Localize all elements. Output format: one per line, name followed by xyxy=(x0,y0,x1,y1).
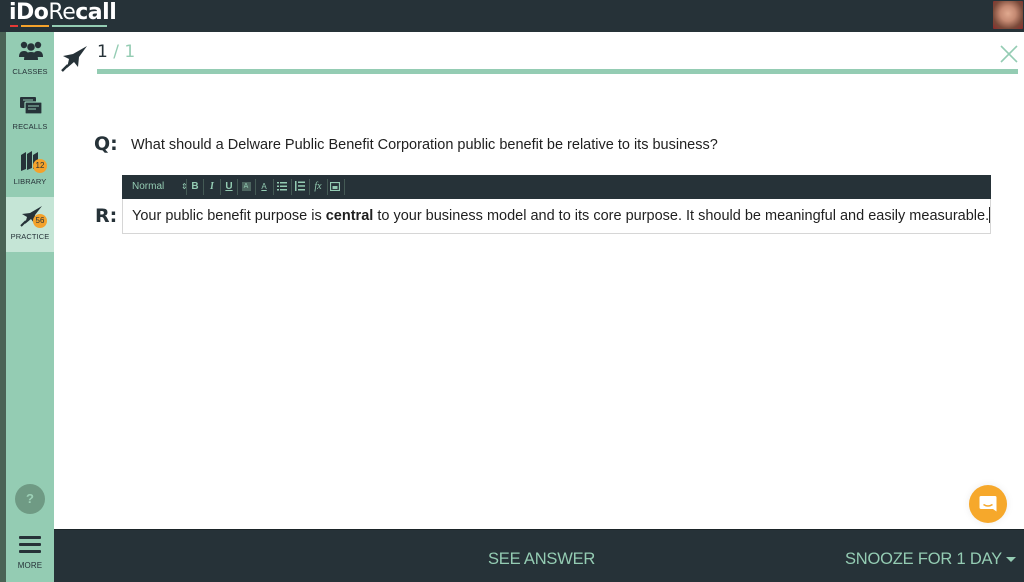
toolbar-divider xyxy=(220,179,221,195)
logo-bar-green xyxy=(52,25,107,27)
chat-button[interactable] xyxy=(969,485,1007,523)
practice-progress-fill xyxy=(97,69,1018,74)
underline-button[interactable]: U xyxy=(222,175,236,199)
background-color-button[interactable]: A xyxy=(239,175,253,199)
sidebar-item-recalls[interactable]: RECALLS xyxy=(6,87,54,142)
italic-button[interactable]: I xyxy=(205,175,219,199)
bullet-list-button[interactable] xyxy=(275,175,289,199)
image-icon xyxy=(329,181,341,191)
toolbar-divider xyxy=(344,179,345,195)
toolbar-divider xyxy=(255,179,256,195)
see-answer-button[interactable]: SEE ANSWER xyxy=(488,550,595,569)
response-label: R: xyxy=(95,205,118,227)
editor-toolbar: Normal ⇕ B I U A A fx xyxy=(122,175,991,199)
response-text: Your public benefit purpose is xyxy=(132,208,326,224)
image-button[interactable] xyxy=(328,175,342,199)
hamburger-icon xyxy=(19,536,41,557)
format-select-value: Normal xyxy=(132,181,165,192)
help-button[interactable]: ? xyxy=(15,484,45,514)
snooze-dropdown-icon[interactable] xyxy=(1006,557,1016,562)
toolbar-divider xyxy=(273,179,274,195)
formula-button[interactable]: fx xyxy=(311,175,325,199)
sidebar-item-label: CLASSES xyxy=(12,67,48,76)
top-bar: iDoRecall xyxy=(0,0,1024,32)
toolbar-divider xyxy=(237,179,238,195)
logo-text-bold: iDo xyxy=(9,0,49,25)
sidebar-item-library[interactable]: 12 LIBRARY xyxy=(6,142,54,197)
sidebar-item-classes[interactable]: CLASSES xyxy=(6,32,54,87)
total-card-number: 1 xyxy=(124,42,136,62)
toolbar-divider xyxy=(291,179,292,195)
card-counter: 1 / 1 xyxy=(97,42,135,62)
current-card-number: 1 xyxy=(97,42,108,62)
library-badge: 12 xyxy=(33,159,47,173)
toolbar-divider xyxy=(186,179,187,195)
logo-bar-orange xyxy=(21,25,49,27)
counter-separator: / xyxy=(113,42,119,62)
logo-text-light: Re xyxy=(48,0,76,25)
bold-button[interactable]: B xyxy=(188,175,202,199)
toolbar-divider xyxy=(309,179,310,195)
text-caret xyxy=(989,207,991,223)
rocket-icon xyxy=(61,46,87,72)
snooze-button[interactable]: SNOOZE FOR 1 DAY xyxy=(845,550,1002,569)
text-color-button[interactable]: A xyxy=(257,175,271,199)
response-bold-text: central xyxy=(325,208,374,224)
chat-icon xyxy=(979,496,997,512)
user-avatar[interactable] xyxy=(993,1,1023,29)
practice-badge: 56 xyxy=(33,214,47,228)
format-select[interactable]: Normal ⇕ xyxy=(128,175,188,199)
more-button[interactable]: MORE xyxy=(6,530,54,582)
response-text: to your business model and to its core p… xyxy=(373,208,990,224)
response-editor[interactable]: Your public benefit purpose is central t… xyxy=(122,199,991,234)
practice-progress-bar xyxy=(97,69,1018,74)
logo-bar-red xyxy=(10,25,18,27)
ordered-list-button[interactable] xyxy=(293,175,307,199)
ordered-list-icon xyxy=(295,181,305,192)
logo-text-tail: call xyxy=(75,0,117,25)
highlight-icon: A xyxy=(241,181,251,191)
bottom-action-bar: SEE ANSWER SNOOZE FOR 1 DAY xyxy=(54,529,1024,582)
bullet-list-icon xyxy=(277,181,287,191)
question-label: Q: xyxy=(94,133,118,155)
more-label: MORE xyxy=(17,561,43,570)
close-icon[interactable] xyxy=(998,43,1020,65)
sidebar: CLASSES RECALLS 12 LIBRARY 56 PRACTICE ? xyxy=(6,32,54,582)
question-text: What should a Delware Public Benefit Cor… xyxy=(131,137,718,153)
recalls-icon xyxy=(20,97,43,115)
sidebar-item-practice[interactable]: 56 PRACTICE xyxy=(6,197,54,252)
sidebar-item-label: LIBRARY xyxy=(13,177,47,186)
sidebar-item-label: PRACTICE xyxy=(10,232,50,241)
toolbar-divider xyxy=(203,179,204,195)
classes-icon xyxy=(19,41,43,60)
sidebar-item-label: RECALLS xyxy=(12,122,48,131)
